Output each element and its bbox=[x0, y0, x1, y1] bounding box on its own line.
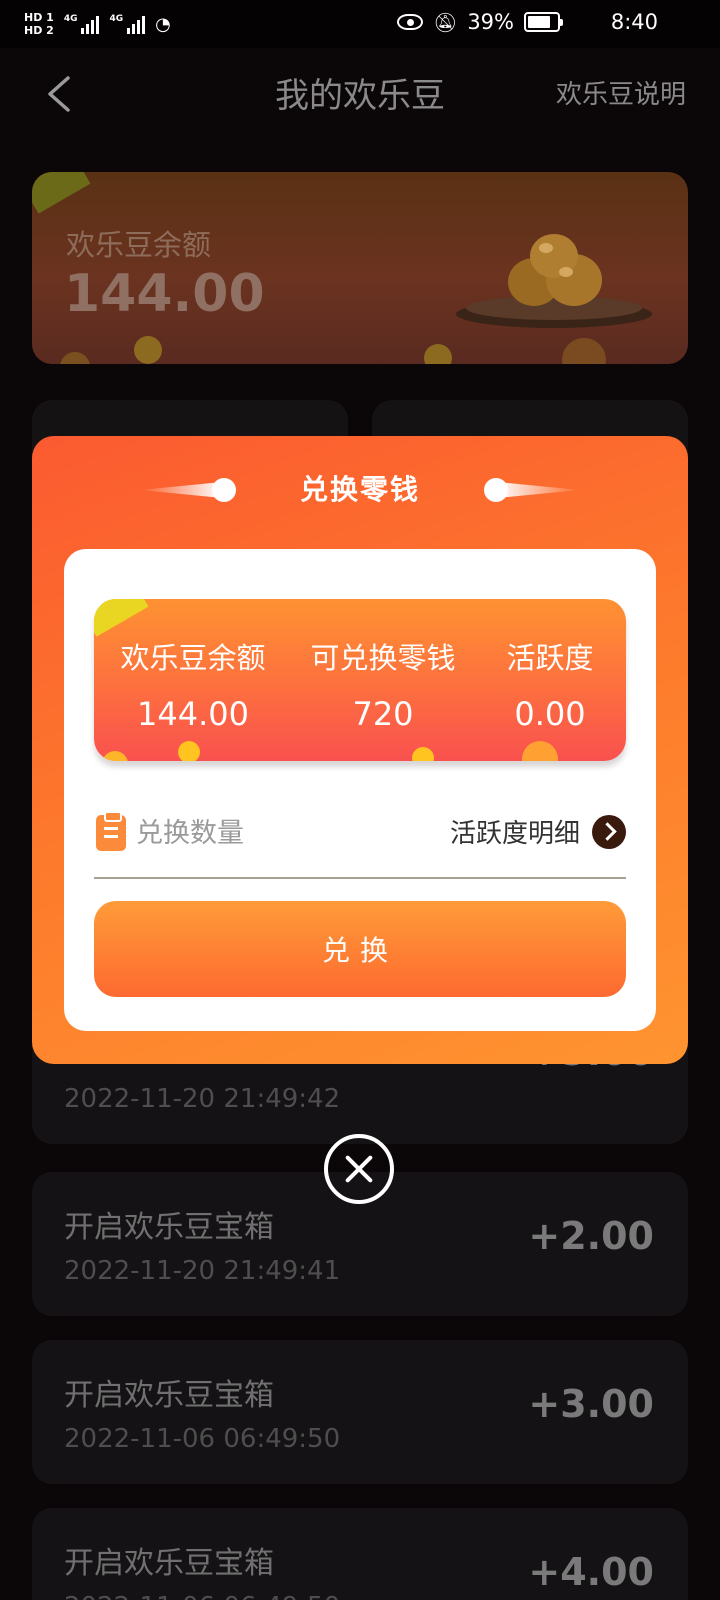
activity-detail-link[interactable]: 活跃度明细 bbox=[450, 813, 626, 850]
hd1-label: HD 1 bbox=[24, 11, 54, 24]
record-amount: +4.00 bbox=[528, 1550, 654, 1594]
hd-indicator: HD 1 HD 2 bbox=[24, 11, 54, 37]
bell-muted-icon: 🔕︎ bbox=[433, 11, 458, 34]
wifi-calling-icon: ◔ bbox=[155, 13, 171, 35]
record-title: 开启欢乐豆宝箱 bbox=[64, 1210, 274, 1245]
record-title: 开启欢乐豆宝箱 bbox=[64, 1546, 274, 1581]
exchange-amount-input[interactable] bbox=[136, 813, 416, 853]
decoration-dot bbox=[522, 741, 558, 761]
card-corner-decoration bbox=[94, 599, 149, 637]
battery-percent: 39% bbox=[467, 10, 514, 34]
record-item: 开启欢乐豆宝箱 2022-11-06 06:49:50 +4.00 bbox=[32, 1508, 688, 1600]
activity-detail-label: 活跃度明细 bbox=[449, 819, 580, 849]
balance-card: 欢乐豆余额 144.00 bbox=[32, 172, 688, 364]
record-item: 开启欢乐豆宝箱 2022-11-06 06:49:50 +3.00 bbox=[32, 1340, 688, 1484]
status-left: HD 1 HD 2 4G 4G ◔ bbox=[24, 6, 171, 42]
hd2-label: HD 2 bbox=[24, 24, 54, 37]
record-time: 2022-11-20 21:49:41 bbox=[64, 1256, 341, 1286]
help-link[interactable]: 欢乐豆说明 bbox=[556, 74, 686, 111]
stat-exchangeable-change: 可兑换零钱 720 bbox=[298, 635, 468, 733]
status-right: 🔕︎ 39% bbox=[397, 10, 563, 34]
stat-activity: 活跃度 0.00 bbox=[488, 635, 612, 733]
record-amount: +2.00 bbox=[528, 1214, 654, 1258]
decoration-dot bbox=[102, 751, 128, 761]
decoration-dot bbox=[562, 338, 606, 364]
signal-icon: 4G bbox=[64, 14, 100, 34]
decoration-dot bbox=[424, 344, 452, 364]
card-corner-decoration bbox=[32, 172, 91, 214]
beans-plate-icon bbox=[456, 234, 652, 328]
exchange-amount-row: 活跃度明细 bbox=[94, 799, 626, 879]
modal-title: 兑换零钱 bbox=[299, 473, 420, 506]
modal-content: 欢乐豆余额 144.00 可兑换零钱 720 活跃度 0.00 活跃度明细 bbox=[64, 549, 656, 1031]
stat-bean-balance: 欢乐豆余额 144.00 bbox=[108, 635, 278, 733]
stat-label: 欢乐豆余额 bbox=[120, 641, 266, 675]
record-time: 2022-11-20 21:49:42 bbox=[64, 1084, 341, 1114]
record-title: 开启欢乐豆宝箱 bbox=[64, 1378, 274, 1413]
stat-value: 0.00 bbox=[514, 695, 586, 733]
header: 我的欢乐豆 欢乐豆说明 bbox=[0, 48, 720, 140]
status-bar: HD 1 HD 2 4G 4G ◔ 🔕︎ 39% 8:40 bbox=[0, 0, 720, 48]
battery-icon bbox=[524, 12, 563, 32]
stat-value: 720 bbox=[352, 695, 414, 733]
record-amount: +3.00 bbox=[528, 1382, 654, 1426]
stat-label: 可兑换零钱 bbox=[310, 641, 456, 675]
exchange-modal: 兑换零钱 欢乐豆余额 144.00 可兑换零钱 720 活跃度 0.00 兑换数… bbox=[32, 436, 688, 1064]
clock: 8:40 bbox=[610, 10, 658, 34]
record-time: 2022-11-06 06:49:50 bbox=[64, 1424, 341, 1454]
signal-icon-2: 4G bbox=[109, 14, 146, 34]
eye-icon bbox=[397, 14, 424, 30]
chevron-right-icon bbox=[592, 814, 626, 849]
exchange-button[interactable]: 兑换 bbox=[94, 901, 626, 997]
clipboard-icon bbox=[96, 811, 126, 851]
decoration-dot bbox=[178, 741, 200, 761]
record-time: 2022-11-06 06:49:50 bbox=[64, 1592, 340, 1600]
stats-card: 欢乐豆余额 144.00 可兑换零钱 720 活跃度 0.00 bbox=[94, 599, 626, 761]
comet-right-icon bbox=[484, 478, 580, 502]
stat-label: 活跃度 bbox=[506, 641, 594, 675]
decoration-dot bbox=[60, 352, 90, 364]
stat-value: 144.00 bbox=[137, 695, 249, 733]
balance-label: 欢乐豆余额 bbox=[66, 228, 212, 262]
close-icon[interactable] bbox=[324, 1134, 394, 1204]
decoration-dot bbox=[134, 336, 162, 364]
decoration-dot bbox=[412, 747, 434, 761]
balance-value: 144.00 bbox=[64, 264, 265, 324]
